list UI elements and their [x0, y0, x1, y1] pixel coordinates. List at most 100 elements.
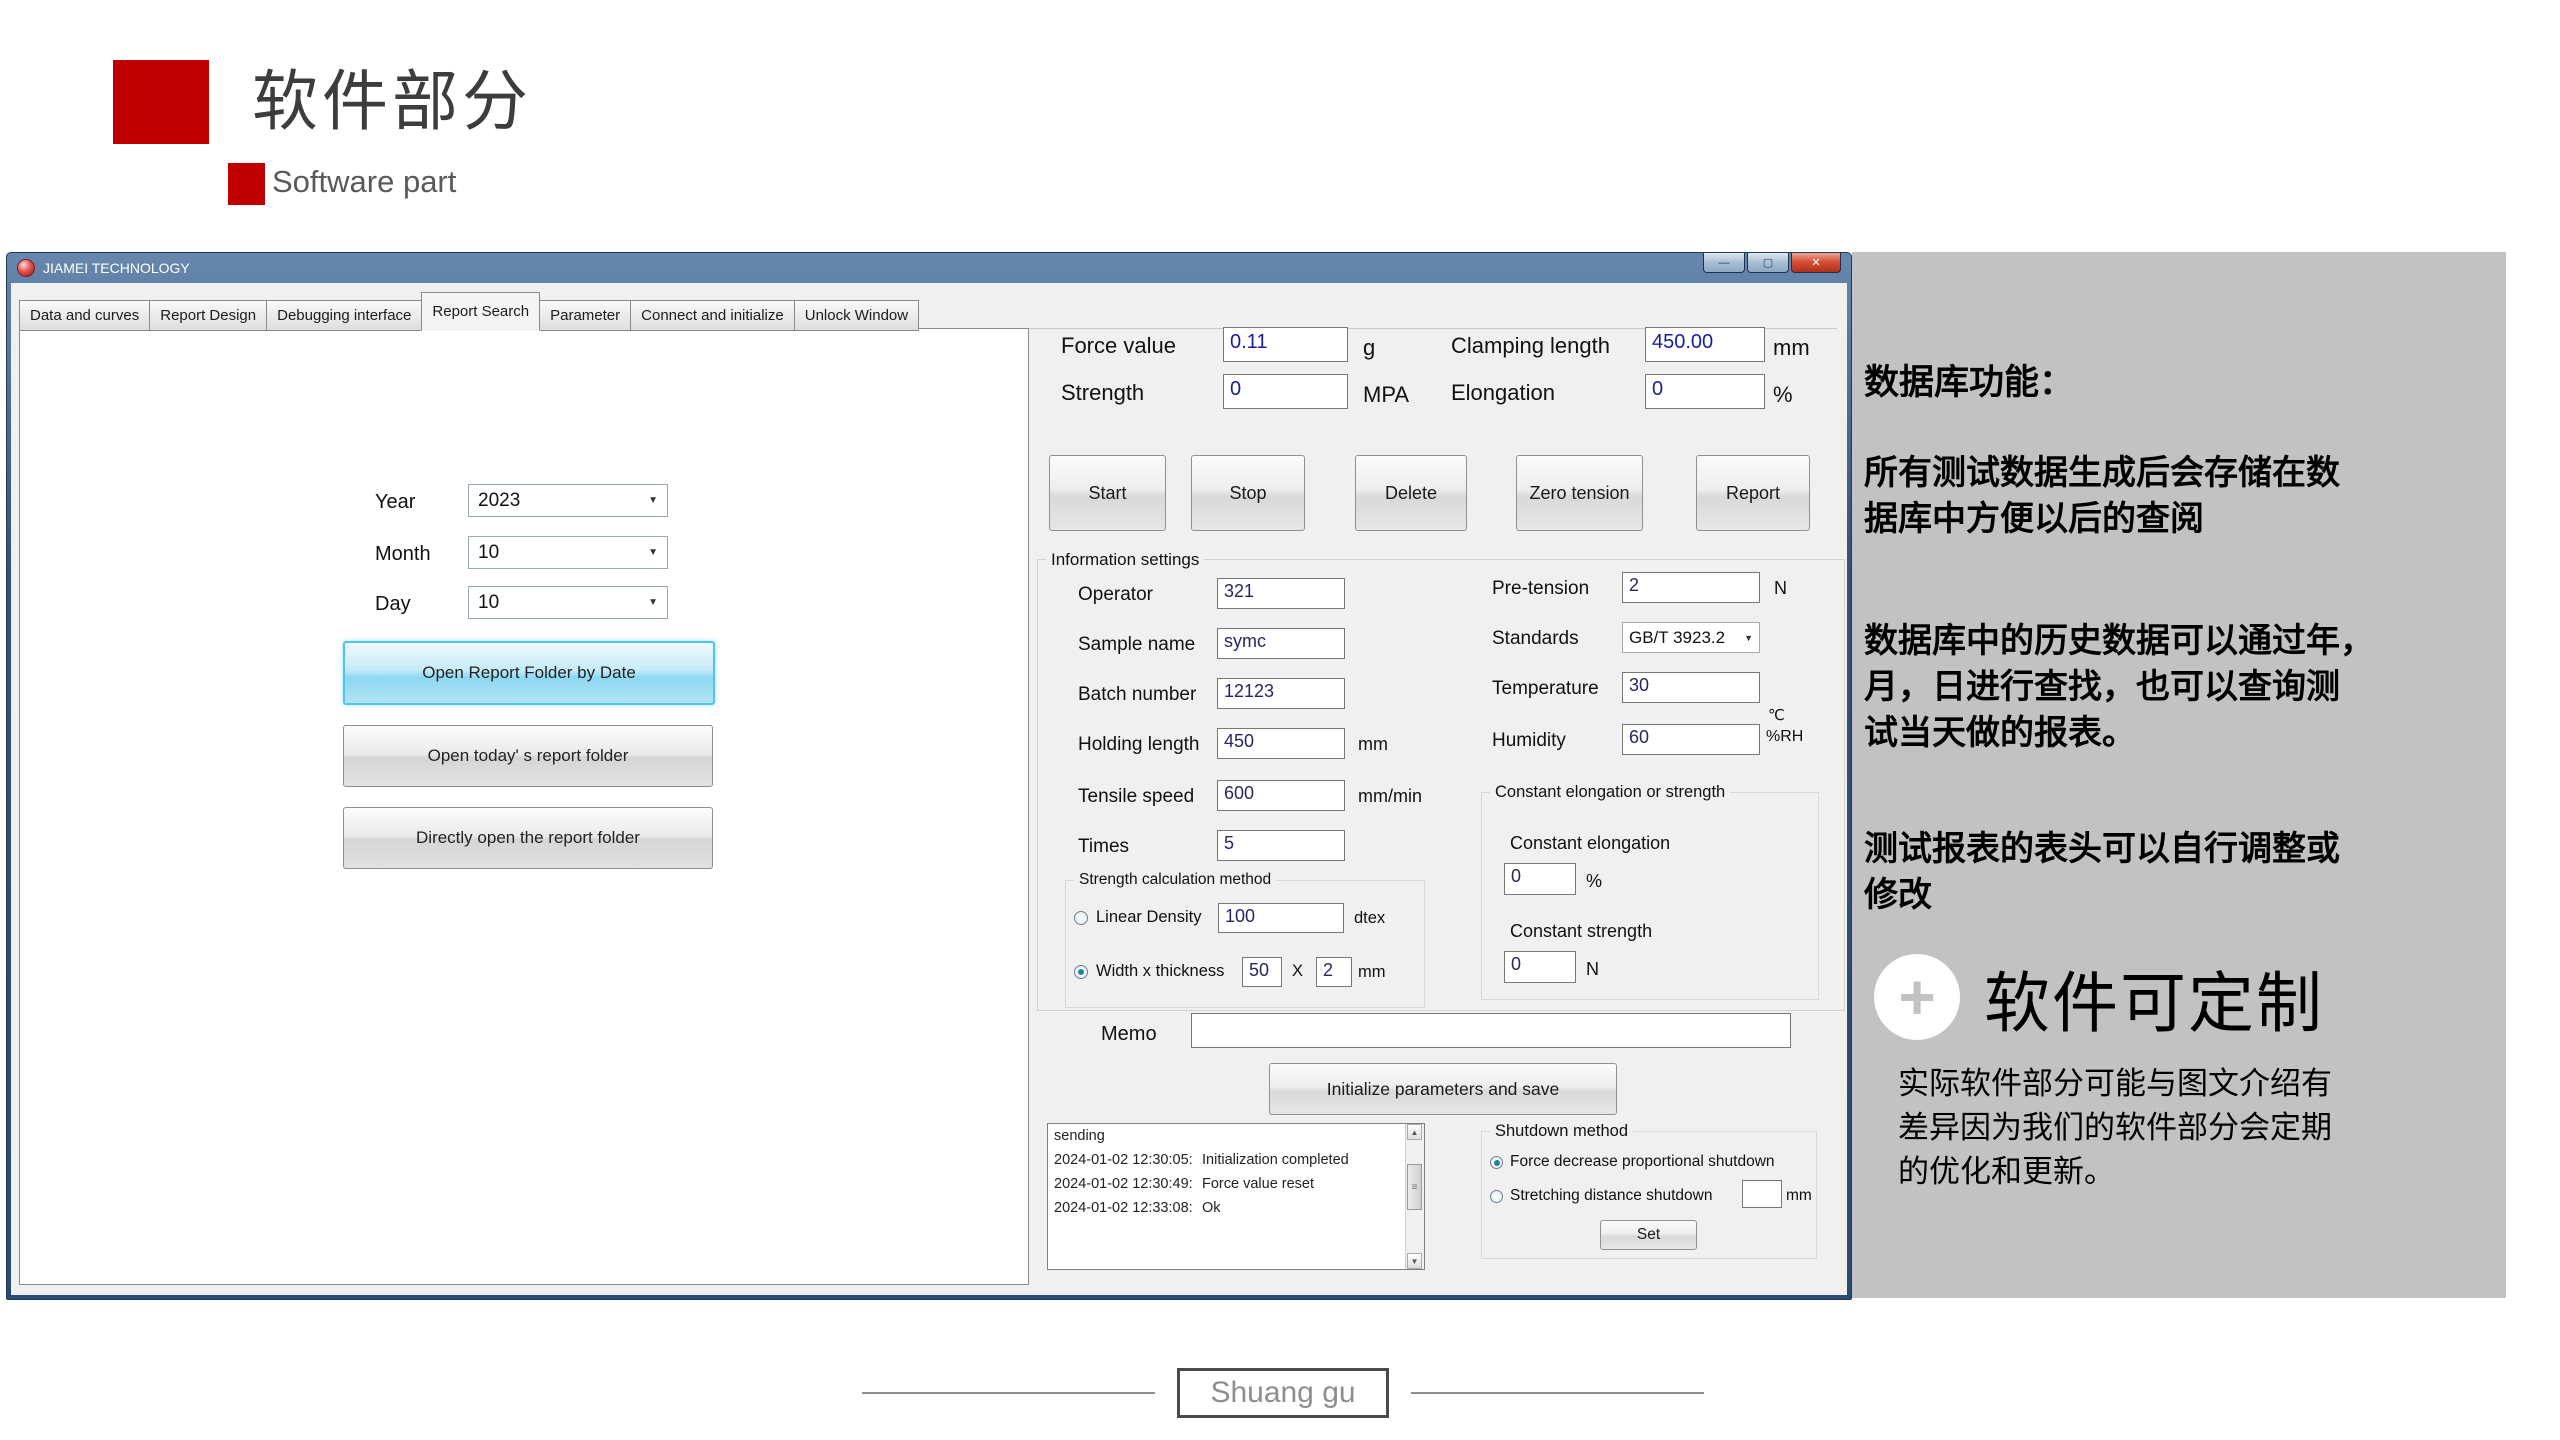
tab-parameter[interactable]: Parameter — [539, 300, 631, 331]
month-label: Month — [375, 543, 431, 566]
stretching-distance-field[interactable] — [1742, 1180, 1782, 1208]
stretching-distance-radio[interactable] — [1490, 1190, 1503, 1203]
strength-field[interactable]: 0 — [1223, 374, 1348, 409]
force-value-field[interactable]: 0.11 — [1223, 327, 1348, 362]
minimize-button[interactable]: — — [1703, 253, 1745, 273]
linear-density-label: Linear Density — [1096, 908, 1201, 927]
tab-connect-and-initialize[interactable]: Connect and initialize — [630, 300, 795, 331]
set-button[interactable]: Set — [1600, 1220, 1697, 1250]
humidity-field[interactable]: 60 — [1622, 724, 1760, 755]
log-time: 2024-01-02 12:30:49: — [1054, 1173, 1202, 1195]
report-button[interactable]: Report — [1696, 455, 1810, 531]
year-label: Year — [375, 491, 415, 514]
chevron-down-icon: ▼ — [1744, 633, 1753, 643]
log-scrollbar[interactable]: ▲ ≡ ▼ — [1405, 1124, 1424, 1269]
close-button[interactable]: ✕ — [1791, 253, 1841, 273]
log-message: Initialization completed — [1202, 1152, 1349, 1168]
operator-field[interactable]: 321 — [1217, 578, 1345, 609]
humidity-label: Humidity — [1492, 730, 1566, 752]
log-time: 2024-01-02 12:30:05: — [1054, 1149, 1202, 1171]
report-search-panel: Year 2023 ▼ Month 10 ▼ Day 10 ▼ Open Rep… — [19, 328, 1029, 1285]
force-decrease-radio[interactable] — [1490, 1156, 1503, 1169]
elongation-field[interactable]: 0 — [1645, 374, 1765, 409]
open-report-folder-by-date-button[interactable]: Open Report Folder by Date — [343, 641, 715, 705]
directly-open-report-folder-button[interactable]: Directly open the report folder — [343, 807, 713, 869]
window-titlebar[interactable]: JIAMEI TECHNOLOGY — ▢ ✕ — [7, 253, 1851, 283]
standards-select[interactable]: GB/T 3923.2 ▼ — [1622, 622, 1760, 653]
constant-strength-unit: N — [1586, 959, 1599, 980]
scrollbar-thumb[interactable]: ≡ — [1407, 1164, 1422, 1210]
strength-calculation-title: Strength calculation method — [1074, 871, 1276, 889]
start-button[interactable]: Start — [1049, 455, 1166, 531]
thickness-field[interactable]: 2 — [1316, 957, 1352, 987]
temperature-field[interactable]: 30 — [1622, 672, 1760, 703]
sidebar-heading: 数据库功能： — [1864, 354, 2074, 405]
footer-line-left — [862, 1392, 1155, 1394]
constant-elongation-unit: % — [1586, 871, 1602, 892]
constant-elongation-field[interactable]: 0 — [1504, 863, 1576, 895]
memo-field[interactable] — [1191, 1013, 1791, 1048]
linear-density-radio[interactable] — [1074, 911, 1088, 925]
pre-tension-field[interactable]: 2 — [1622, 572, 1760, 603]
minimize-icon: — — [1719, 257, 1730, 269]
footer: Shuang gu — [862, 1368, 1704, 1418]
maximize-icon: ▢ — [1763, 256, 1773, 269]
strength-calculation-group: Strength calculation method Linear Densi… — [1065, 880, 1425, 1008]
footer-line-right — [1411, 1392, 1704, 1394]
initialize-parameters-button[interactable]: Initialize parameters and save — [1269, 1063, 1617, 1115]
tensile-speed-label: Tensile speed — [1078, 786, 1194, 808]
app-icon — [17, 259, 35, 277]
zero-tension-button[interactable]: Zero tension — [1516, 455, 1643, 531]
tensile-speed-field[interactable]: 600 — [1217, 780, 1345, 811]
open-todays-report-folder-button[interactable]: Open today' s report folder — [343, 725, 713, 787]
times-label: Times — [1078, 836, 1129, 858]
maximize-button[interactable]: ▢ — [1747, 253, 1789, 273]
footer-label: Shuang gu — [1177, 1368, 1388, 1418]
holding-length-label: Holding length — [1078, 734, 1199, 756]
tab-report-search[interactable]: Report Search — [421, 292, 540, 331]
width-thickness-radio[interactable] — [1074, 965, 1088, 979]
force-value-label: Force value — [1061, 333, 1176, 359]
batch-number-label: Batch number — [1078, 684, 1196, 706]
clamping-length-field[interactable]: 450.00 — [1645, 327, 1765, 362]
page-subtitle: Software part — [272, 164, 456, 200]
width-thickness-label: Width x thickness — [1096, 962, 1224, 981]
constant-group: Constant elongation or strength Constant… — [1481, 792, 1819, 1000]
tab-debugging-interface[interactable]: Debugging interface — [266, 300, 422, 331]
subtitle-accent-square — [228, 163, 265, 205]
humidity-unit: %RH — [1766, 728, 1803, 746]
width-field[interactable]: 50 — [1242, 957, 1282, 987]
close-icon: ✕ — [1811, 256, 1820, 269]
width-thickness-unit: mm — [1358, 963, 1386, 982]
tab-report-design[interactable]: Report Design — [149, 300, 267, 331]
constant-strength-field[interactable]: 0 — [1504, 951, 1576, 983]
holding-length-unit: mm — [1358, 734, 1388, 755]
tab-data-and-curves[interactable]: Data and curves — [19, 300, 150, 331]
sidebar: 数据库功能： 所有测试数据生成后会存储在数 据库中方便以后的查阅 数据库中的历史… — [1852, 252, 2506, 1298]
sample-name-field[interactable]: symc — [1217, 628, 1345, 659]
chevron-down-icon: ▼ — [648, 547, 658, 558]
day-select[interactable]: 10 ▼ — [468, 586, 668, 619]
elongation-unit: % — [1773, 382, 1793, 408]
month-select[interactable]: 10 ▼ — [468, 536, 668, 569]
log-output[interactable]: sending 2024-01-02 12:30:05:Initializati… — [1047, 1123, 1425, 1270]
pre-tension-unit: N — [1774, 578, 1787, 599]
log-time: 2024-01-02 12:33:08: — [1054, 1197, 1202, 1219]
delete-button[interactable]: Delete — [1355, 455, 1467, 531]
linear-density-field[interactable]: 100 — [1218, 903, 1344, 933]
holding-length-field[interactable]: 450 — [1217, 728, 1345, 759]
year-value: 2023 — [478, 490, 520, 512]
tab-unlock-window[interactable]: Unlock Window — [794, 300, 919, 331]
force-value-unit: g — [1363, 335, 1375, 361]
log-message: Force value reset — [1202, 1176, 1314, 1192]
sample-name-label: Sample name — [1078, 634, 1195, 656]
tensile-speed-unit: mm/min — [1358, 786, 1422, 807]
constant-elongation-label: Constant elongation — [1510, 833, 1670, 854]
scroll-down-icon[interactable]: ▼ — [1407, 1253, 1422, 1269]
scroll-up-icon[interactable]: ▲ — [1407, 1124, 1422, 1140]
times-field[interactable]: 5 — [1217, 830, 1345, 861]
batch-number-field[interactable]: 12123 — [1217, 678, 1345, 709]
year-select[interactable]: 2023 ▼ — [468, 484, 668, 517]
stop-button[interactable]: Stop — [1191, 455, 1305, 531]
log-line: sending — [1048, 1124, 1424, 1148]
